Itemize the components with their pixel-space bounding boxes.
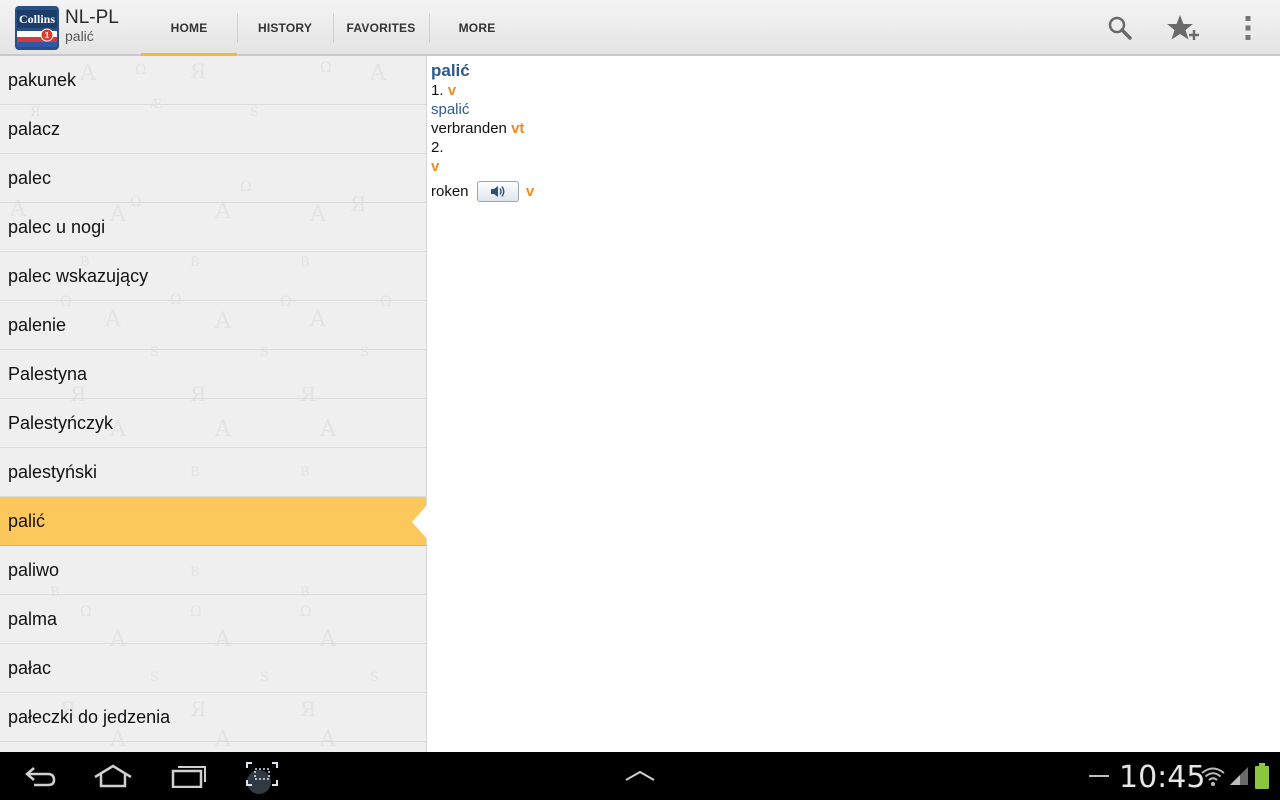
home-icon[interactable] <box>92 762 134 790</box>
part-of-speech: v <box>525 183 535 200</box>
list-item[interactable]: palma <box>0 595 426 644</box>
list-item[interactable]: palestyński <box>0 448 426 497</box>
tab-more[interactable]: MORE <box>429 0 525 56</box>
overflow-menu-icon[interactable] <box>1230 10 1266 46</box>
recent-apps-icon[interactable] <box>170 762 208 790</box>
sense-number: 1. <box>431 82 444 99</box>
tab-history[interactable]: HISTORY <box>237 0 333 56</box>
list-item[interactable]: palec <box>0 154 426 203</box>
list-item[interactable]: palec wskazujący <box>0 252 426 301</box>
signal-icon <box>1228 762 1250 790</box>
list-item[interactable]: Palestyna <box>0 350 426 399</box>
wifi-icon <box>1200 762 1226 790</box>
part-of-speech: vt <box>511 120 525 137</box>
list-item[interactable]: palec u nogi <box>0 203 426 252</box>
collins-app-icon[interactable]: Collins 1 <box>15 6 59 50</box>
expand-up-icon[interactable] <box>622 762 658 790</box>
part-of-speech: v <box>431 158 440 175</box>
list-item[interactable]: paliwo <box>0 546 426 595</box>
list-item[interactable]: palenie <box>0 301 426 350</box>
entry-headword: palić <box>431 61 470 80</box>
app-title: NL-PL <box>65 7 119 28</box>
part-of-speech: v <box>447 82 457 99</box>
translation-target: verbranden <box>431 120 507 137</box>
svg-text:1: 1 <box>45 31 50 40</box>
tab-bar: HOME HISTORY FAVORITES MORE <box>141 0 525 57</box>
list-item[interactable]: pałeczki do jedzenia <box>0 693 426 742</box>
back-icon[interactable] <box>20 762 60 790</box>
list-item-selected[interactable]: palić <box>0 497 426 546</box>
svg-text:Collins: Collins <box>19 12 55 26</box>
search-icon[interactable] <box>1102 10 1138 46</box>
app-subtitle: palić <box>65 28 94 44</box>
list-item[interactable]: pakunek <box>0 56 426 105</box>
translation-target: roken <box>431 183 469 200</box>
add-favorite-star-icon[interactable] <box>1165 10 1201 46</box>
list-item[interactable]: pałac <box>0 644 426 693</box>
play-audio-button[interactable] <box>476 180 519 202</box>
speaker-icon <box>490 185 505 197</box>
sense-number: 2. <box>431 139 444 156</box>
translation-link[interactable]: spalić <box>431 100 534 119</box>
selection-pointer <box>412 504 428 540</box>
list-item[interactable]: palacz <box>0 105 426 154</box>
screenshot-icon[interactable] <box>242 760 282 794</box>
tab-favorites[interactable]: FAVORITES <box>333 0 429 56</box>
word-list: A Ω Я Ω A Я Æ S A Ω Ω Я A A A B B B Ω Ω … <box>0 56 427 752</box>
notification-dash-icon <box>1088 762 1110 790</box>
entry-pane: palić 1. v spalić verbranden vt 2. v rok… <box>431 61 535 202</box>
tab-home[interactable]: HOME <box>141 0 237 57</box>
action-bar: Collins 1 NL-PL palić HOME HISTORY FAVOR… <box>0 0 1280 57</box>
clock: 10:45 <box>1119 760 1206 795</box>
battery-icon <box>1254 762 1270 790</box>
system-bar: 10:45 <box>0 752 1280 800</box>
list-item[interactable]: Palestyńczyk <box>0 399 426 448</box>
